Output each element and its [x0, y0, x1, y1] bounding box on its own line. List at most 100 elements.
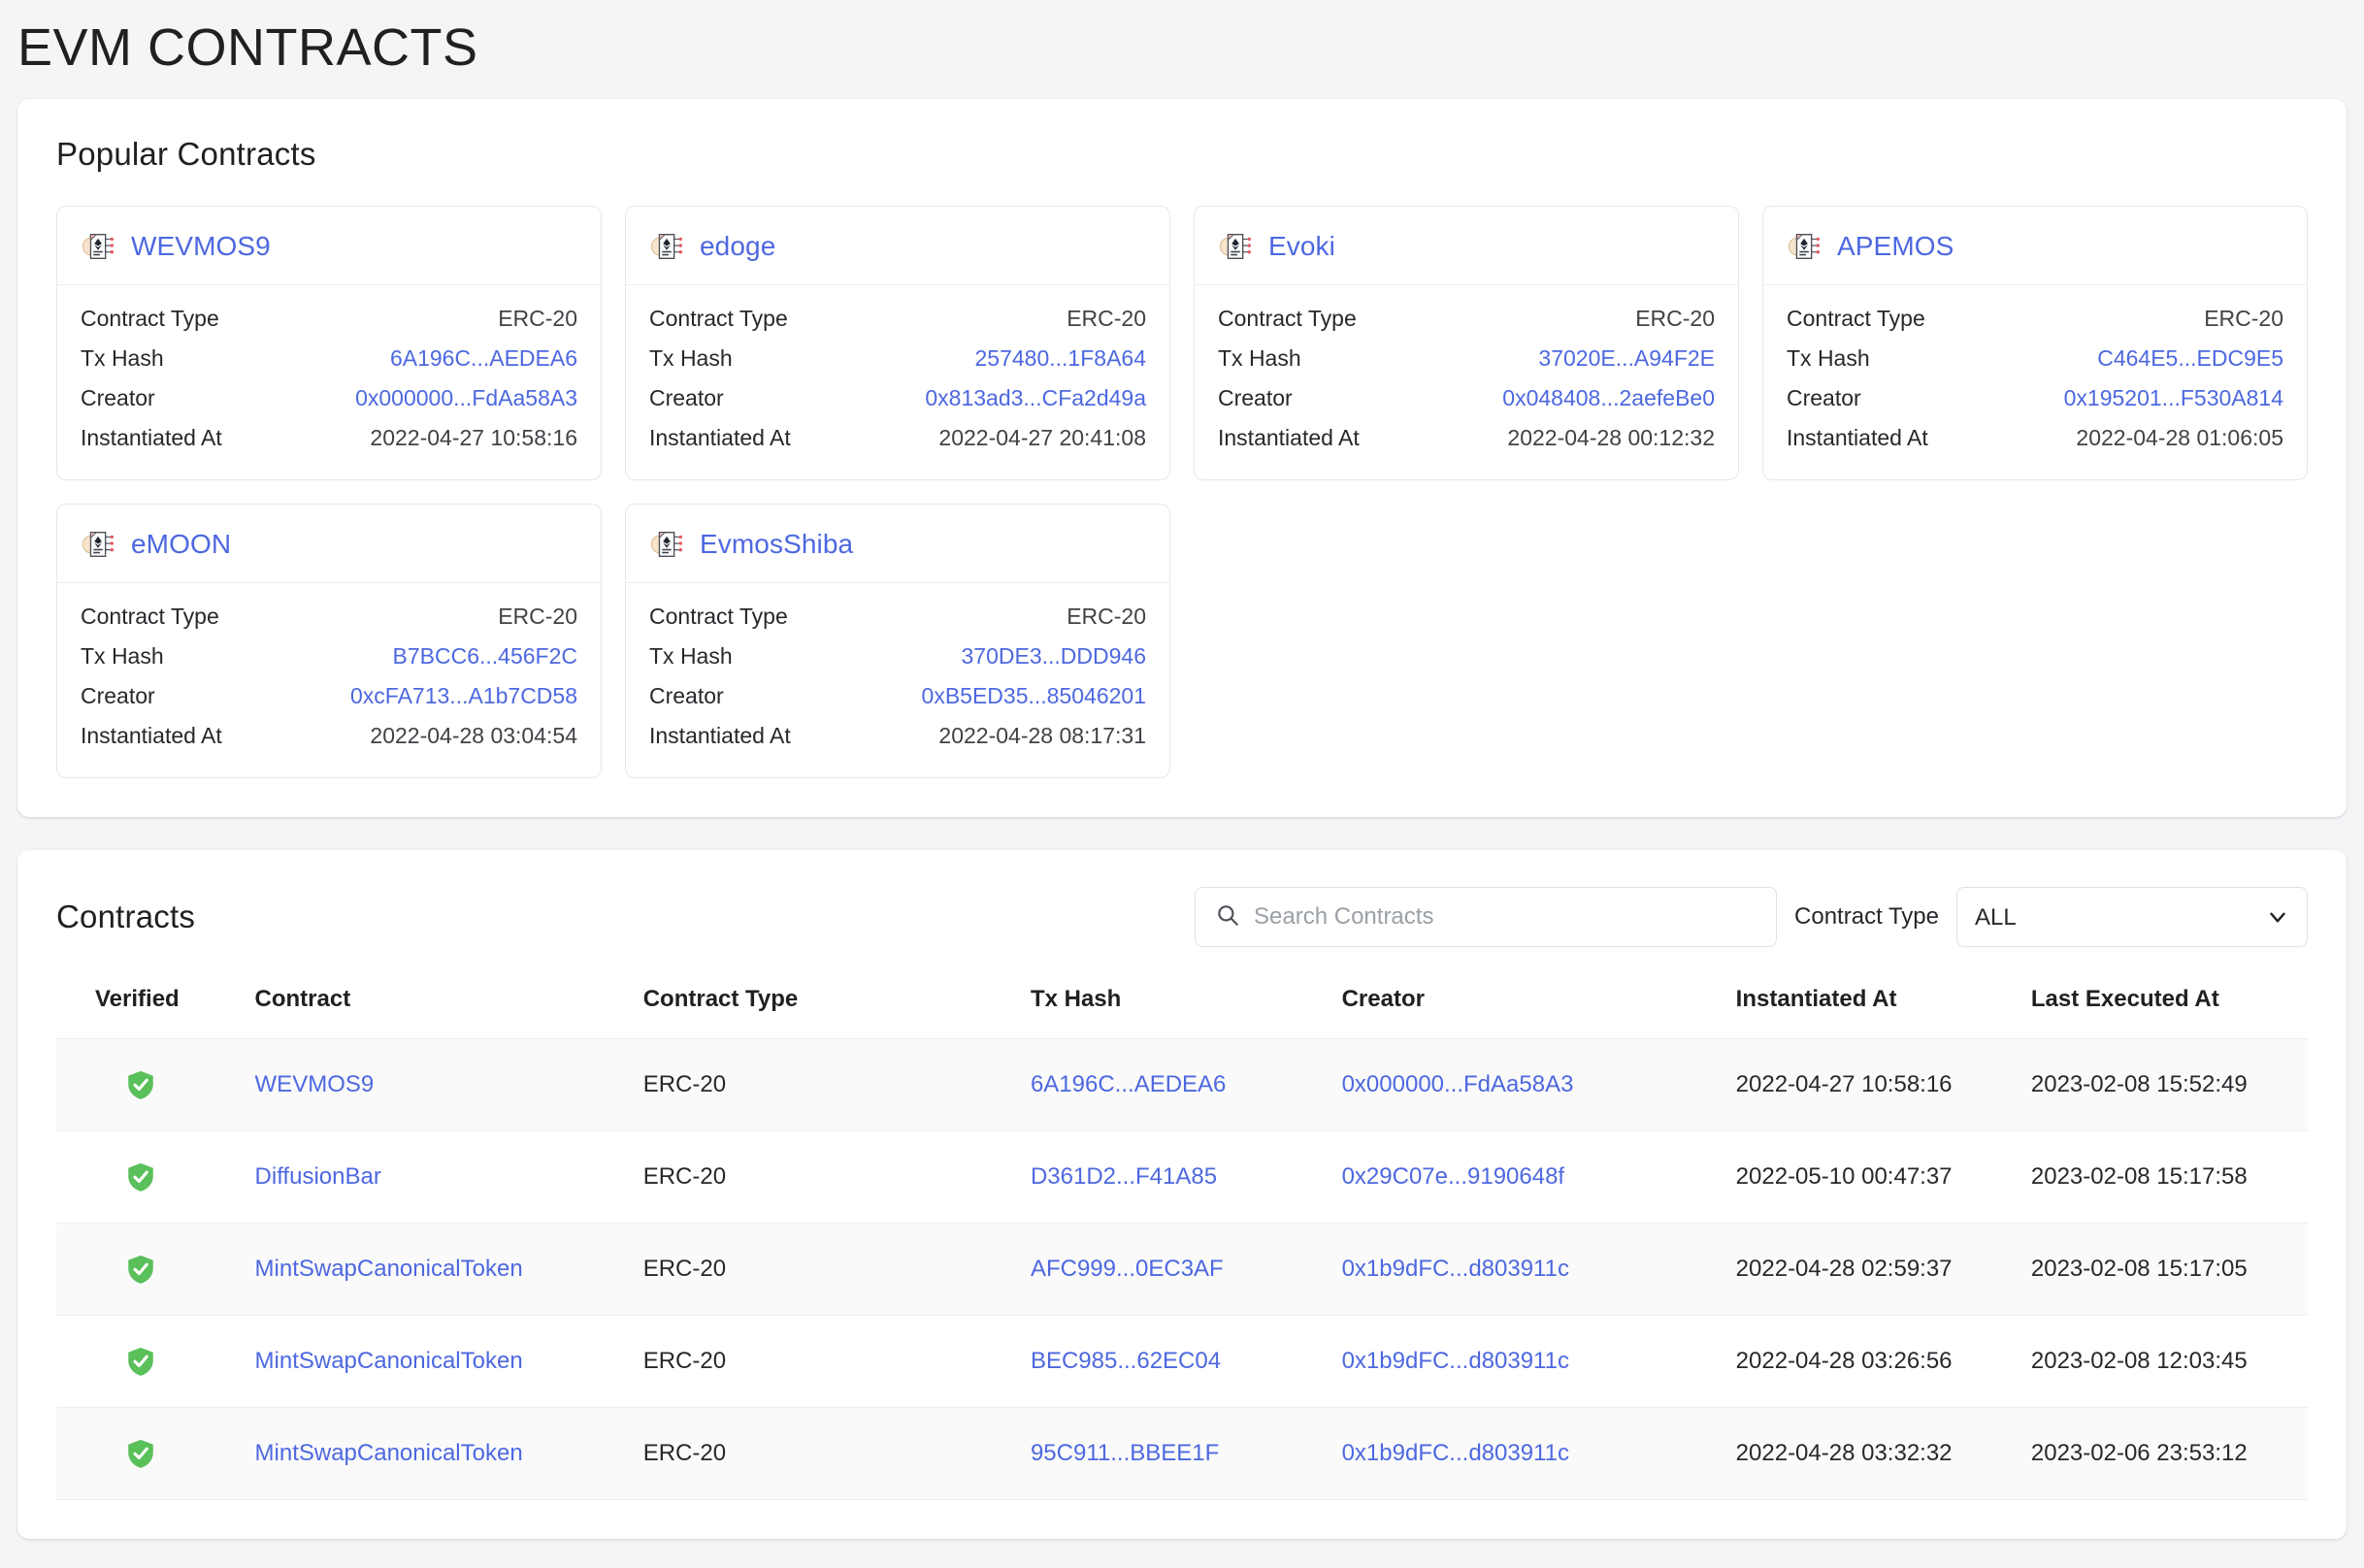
label-tx-hash: Tx Hash — [649, 345, 733, 372]
cell-instantiated-at: 2022-04-28 03:32:32 — [1726, 1408, 2021, 1500]
popular-card-contract-link[interactable]: WEVMOS9 — [131, 231, 271, 262]
cell-last-executed-at: 2023-02-08 15:17:05 — [2021, 1224, 2308, 1316]
popular-card-header: WEVMOS9 — [57, 207, 601, 285]
value-tx-hash-link[interactable]: 6A196C...AEDEA6 — [390, 345, 577, 372]
value-tx-hash-link[interactable]: 257480...1F8A64 — [975, 345, 1146, 372]
contract-link[interactable]: DiffusionBar — [255, 1163, 381, 1190]
search-input[interactable] — [1254, 903, 1757, 931]
search-contracts-box[interactable] — [1195, 887, 1777, 947]
value-tx-hash-link[interactable]: C464E5...EDC9E5 — [2097, 345, 2283, 372]
label-tx-hash: Tx Hash — [1218, 345, 1301, 372]
popular-card-row-contract-type: Contract Type ERC-20 — [81, 597, 577, 637]
value-creator-link[interactable]: 0xB5ED35...85046201 — [922, 683, 1146, 709]
tx-hash-link[interactable]: AFC999...0EC3AF — [1031, 1256, 1224, 1282]
popular-card-contract-link[interactable]: APEMOS — [1837, 231, 1954, 262]
column-header-tx-hash[interactable]: Tx Hash — [1021, 972, 1332, 1039]
popular-card-body: Contract Type ERC-20 Tx Hash 370DE3...DD… — [626, 583, 1169, 777]
creator-link[interactable]: 0x1b9dFC...d803911c — [1342, 1256, 1569, 1282]
table-row[interactable]: WEVMOS9 ERC-20 6A196C...AEDEA6 0x000000.… — [56, 1039, 2308, 1131]
contract-link[interactable]: MintSwapCanonicalToken — [255, 1440, 523, 1466]
label-instantiated-at: Instantiated At — [1218, 425, 1360, 451]
column-header-contract[interactable]: Contract — [246, 972, 634, 1039]
column-header-verified[interactable]: Verified — [56, 972, 246, 1039]
creator-link[interactable]: 0x1b9dFC...d803911c — [1342, 1440, 1569, 1466]
creator-link[interactable]: 0x1b9dFC...d803911c — [1342, 1348, 1569, 1374]
column-header-last-executed-at[interactable]: Last Executed At — [2021, 972, 2308, 1039]
popular-card-row-creator: Creator 0xcFA713...A1b7CD58 — [81, 676, 577, 716]
value-tx-hash-link[interactable]: 37020E...A94F2E — [1538, 345, 1715, 372]
popular-contract-card[interactable]: EvmosShiba Contract Type ERC-20 Tx Hash … — [625, 504, 1170, 778]
cell-instantiated-at: 2022-04-28 03:26:56 — [1726, 1316, 2021, 1408]
popular-contract-card[interactable]: edoge Contract Type ERC-20 Tx Hash 25748… — [625, 206, 1170, 480]
value-instantiated-at: 2022-04-28 03:04:54 — [370, 723, 577, 749]
cell-tx-hash: AFC999...0EC3AF — [1021, 1224, 1332, 1316]
popular-contract-card[interactable]: APEMOS Contract Type ERC-20 Tx Hash C464… — [1762, 206, 2308, 480]
tx-hash-link[interactable]: 6A196C...AEDEA6 — [1031, 1071, 1226, 1097]
contract-document-icon — [1787, 228, 1823, 265]
contract-type-filter-label: Contract Type — [1794, 903, 1939, 931]
label-contract-type: Contract Type — [1787, 306, 1925, 332]
cell-verified — [56, 1039, 246, 1131]
column-header-contract-type[interactable]: Contract Type — [634, 972, 1021, 1039]
popular-contract-card[interactable]: Evoki Contract Type ERC-20 Tx Hash 37020… — [1194, 206, 1739, 480]
label-contract-type: Contract Type — [1218, 306, 1357, 332]
contract-link[interactable]: MintSwapCanonicalToken — [255, 1348, 523, 1374]
popular-card-row-tx-hash: Tx Hash 37020E...A94F2E — [1218, 339, 1715, 378]
value-creator-link[interactable]: 0x048408...2aefeBe0 — [1502, 385, 1715, 411]
value-creator-link[interactable]: 0x000000...FdAa58A3 — [355, 385, 577, 411]
value-instantiated-at: 2022-04-27 20:41:08 — [938, 425, 1146, 451]
popular-card-header: APEMOS — [1763, 207, 2307, 285]
value-creator-link[interactable]: 0xcFA713...A1b7CD58 — [350, 683, 577, 709]
popular-card-header: EvmosShiba — [626, 505, 1169, 583]
popular-card-row-tx-hash: Tx Hash B7BCC6...456F2C — [81, 637, 577, 676]
value-tx-hash-link[interactable]: 370DE3...DDD946 — [962, 643, 1147, 670]
cell-verified — [56, 1316, 246, 1408]
cell-contract: MintSwapCanonicalToken — [246, 1316, 634, 1408]
popular-card-row-instantiated-at: Instantiated At 2022-04-28 03:04:54 — [81, 716, 577, 756]
column-header-instantiated-at[interactable]: Instantiated At — [1726, 972, 2021, 1039]
tx-hash-link[interactable]: BEC985...62EC04 — [1031, 1348, 1221, 1374]
cell-verified — [56, 1408, 246, 1500]
value-instantiated-at: 2022-04-28 00:12:32 — [1507, 425, 1715, 451]
label-creator: Creator — [1218, 385, 1293, 411]
cell-instantiated-at: 2022-04-28 02:59:37 — [1726, 1224, 2021, 1316]
table-row[interactable]: MintSwapCanonicalToken ERC-20 BEC985...6… — [56, 1316, 2308, 1408]
contract-type-select-wrap[interactable]: ALLERC-20ERC-721ERC-1155 — [1956, 887, 2308, 947]
label-contract-type: Contract Type — [649, 306, 788, 332]
contract-link[interactable]: WEVMOS9 — [255, 1071, 375, 1097]
value-tx-hash-link[interactable]: B7BCC6...456F2C — [393, 643, 577, 670]
popular-card-body: Contract Type ERC-20 Tx Hash C464E5...ED… — [1763, 285, 2307, 479]
popular-card-contract-link[interactable]: Evoki — [1268, 231, 1335, 262]
table-row[interactable]: MintSwapCanonicalToken ERC-20 95C911...B… — [56, 1408, 2308, 1500]
verified-shield-check-icon — [124, 1160, 157, 1193]
cell-tx-hash: 6A196C...AEDEA6 — [1021, 1039, 1332, 1131]
column-header-creator[interactable]: Creator — [1332, 972, 1726, 1039]
cell-last-executed-at: 2023-02-08 12:03:45 — [2021, 1316, 2308, 1408]
contract-link[interactable]: MintSwapCanonicalToken — [255, 1256, 523, 1282]
creator-link[interactable]: 0x29C07e...9190648f — [1342, 1163, 1565, 1190]
creator-link[interactable]: 0x000000...FdAa58A3 — [1342, 1071, 1574, 1097]
label-creator: Creator — [1787, 385, 1861, 411]
contracts-tools: Contract Type ALLERC-20ERC-721ERC-1155 — [1195, 887, 2308, 947]
value-creator-link[interactable]: 0x195201...F530A814 — [2064, 385, 2283, 411]
popular-card-contract-link[interactable]: EvmosShiba — [700, 529, 853, 560]
popular-contract-card[interactable]: WEVMOS9 Contract Type ERC-20 Tx Hash 6A1… — [56, 206, 602, 480]
popular-card-contract-link[interactable]: edoge — [700, 231, 775, 262]
label-contract-type: Contract Type — [81, 306, 219, 332]
contract-document-icon — [649, 526, 686, 563]
table-row[interactable]: DiffusionBar ERC-20 D361D2...F41A85 0x29… — [56, 1131, 2308, 1224]
popular-card-contract-link[interactable]: eMOON — [131, 529, 231, 560]
label-creator: Creator — [81, 385, 155, 411]
popular-card-row-contract-type: Contract Type ERC-20 — [1218, 299, 1715, 339]
contract-type-select[interactable]: ALLERC-20ERC-721ERC-1155 — [1956, 887, 2308, 947]
table-row[interactable]: MintSwapCanonicalToken ERC-20 AFC999...0… — [56, 1224, 2308, 1316]
label-tx-hash: Tx Hash — [81, 643, 164, 670]
tx-hash-link[interactable]: 95C911...BBEE1F — [1031, 1440, 1219, 1466]
cell-contract: WEVMOS9 — [246, 1039, 634, 1131]
popular-card-header: edoge — [626, 207, 1169, 285]
label-instantiated-at: Instantiated At — [81, 425, 222, 451]
cell-creator: 0x000000...FdAa58A3 — [1332, 1039, 1726, 1131]
popular-contract-card[interactable]: eMOON Contract Type ERC-20 Tx Hash B7BCC… — [56, 504, 602, 778]
tx-hash-link[interactable]: D361D2...F41A85 — [1031, 1163, 1217, 1190]
value-creator-link[interactable]: 0x813ad3...CFa2d49a — [925, 385, 1146, 411]
